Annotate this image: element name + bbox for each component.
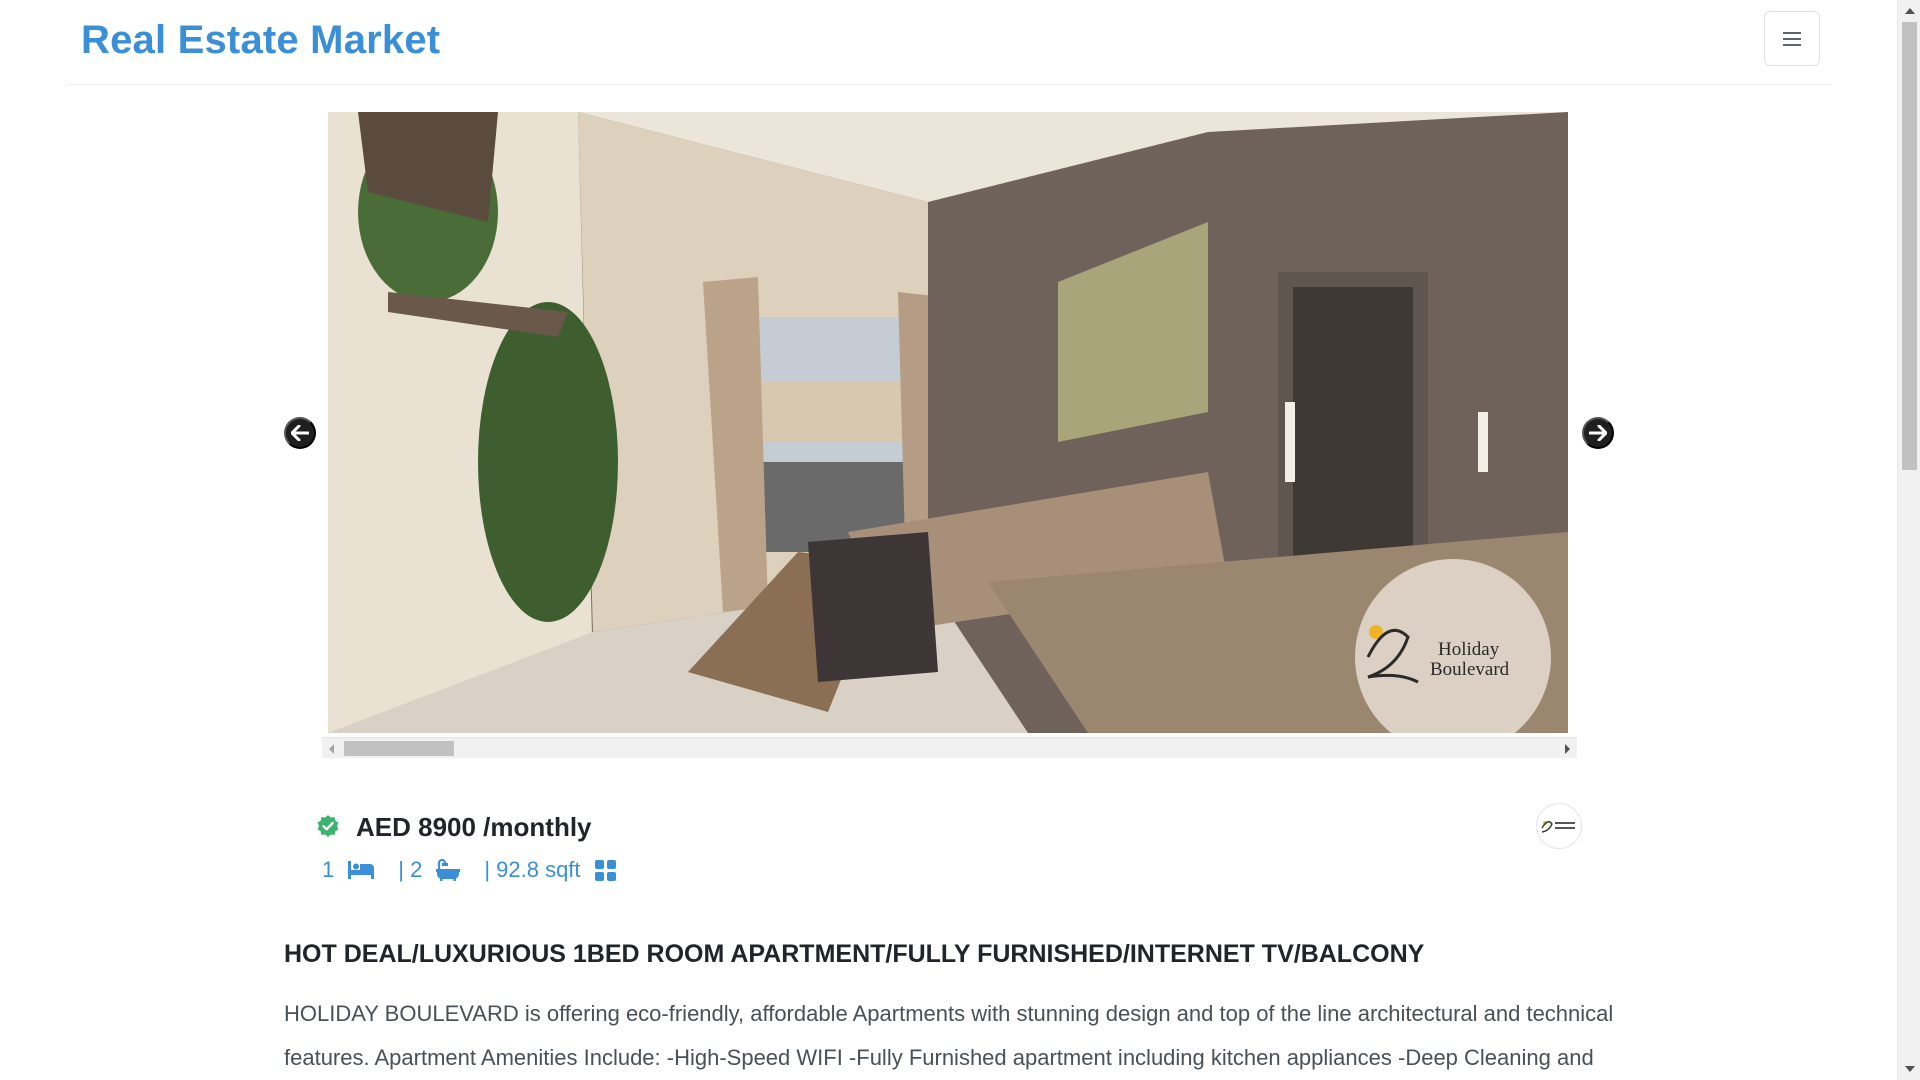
watermark-line-2: Boulevard (1430, 659, 1510, 680)
listing-title: HOT DEAL/LUXURIOUS 1BED ROOM APARTMENT/F… (284, 940, 1425, 968)
page-vertical-scrollbar[interactable] (1897, 0, 1920, 1080)
grid-icon (594, 859, 616, 881)
photo-carousel: Holiday Boulevard (322, 112, 1577, 760)
carousel-prev-button[interactable] (284, 417, 316, 449)
carousel-horizontal-scrollbar[interactable] (322, 737, 1577, 758)
page-scrollbar-thumb[interactable] (1902, 22, 1917, 470)
bathtub-icon (436, 859, 461, 881)
bedroom-count: 1 (322, 857, 335, 882)
hamburger-menu-icon (1783, 31, 1801, 46)
navbar: Real Estate Market (68, 0, 1832, 85)
listing-description: HOLIDAY BOULEVARD is offering eco-friend… (284, 1001, 1614, 1070)
listing-photo: Holiday Boulevard (328, 112, 1568, 733)
brand-logo-link[interactable]: Real Estate Market (81, 18, 440, 63)
scroll-up-icon[interactable] (1905, 8, 1915, 14)
watermark-line-1: Holiday (1438, 639, 1500, 660)
arrow-right-circle-icon (1589, 425, 1607, 441)
holiday-boulevard-logo-icon (1541, 821, 1575, 833)
area-size: | 92.8 sqft (484, 857, 581, 882)
arrow-left-circle-icon (291, 425, 309, 441)
scrollbar-thumb[interactable] (344, 741, 454, 756)
scroll-down-icon[interactable] (1905, 1066, 1915, 1072)
listing-meta: 1 | 2 | 92.8 sqft (322, 855, 640, 885)
menu-toggle-button[interactable] (1764, 11, 1820, 66)
bed-icon (348, 861, 375, 879)
scroll-left-icon[interactable] (329, 744, 334, 754)
bathroom-count: | 2 (398, 857, 423, 882)
listing-price: AED 8900 /monthly (356, 812, 592, 842)
verified-check-icon (317, 815, 339, 837)
scroll-right-icon[interactable] (1565, 744, 1570, 754)
agency-logo[interactable] (1536, 803, 1582, 849)
carousel-next-button[interactable] (1582, 417, 1614, 449)
